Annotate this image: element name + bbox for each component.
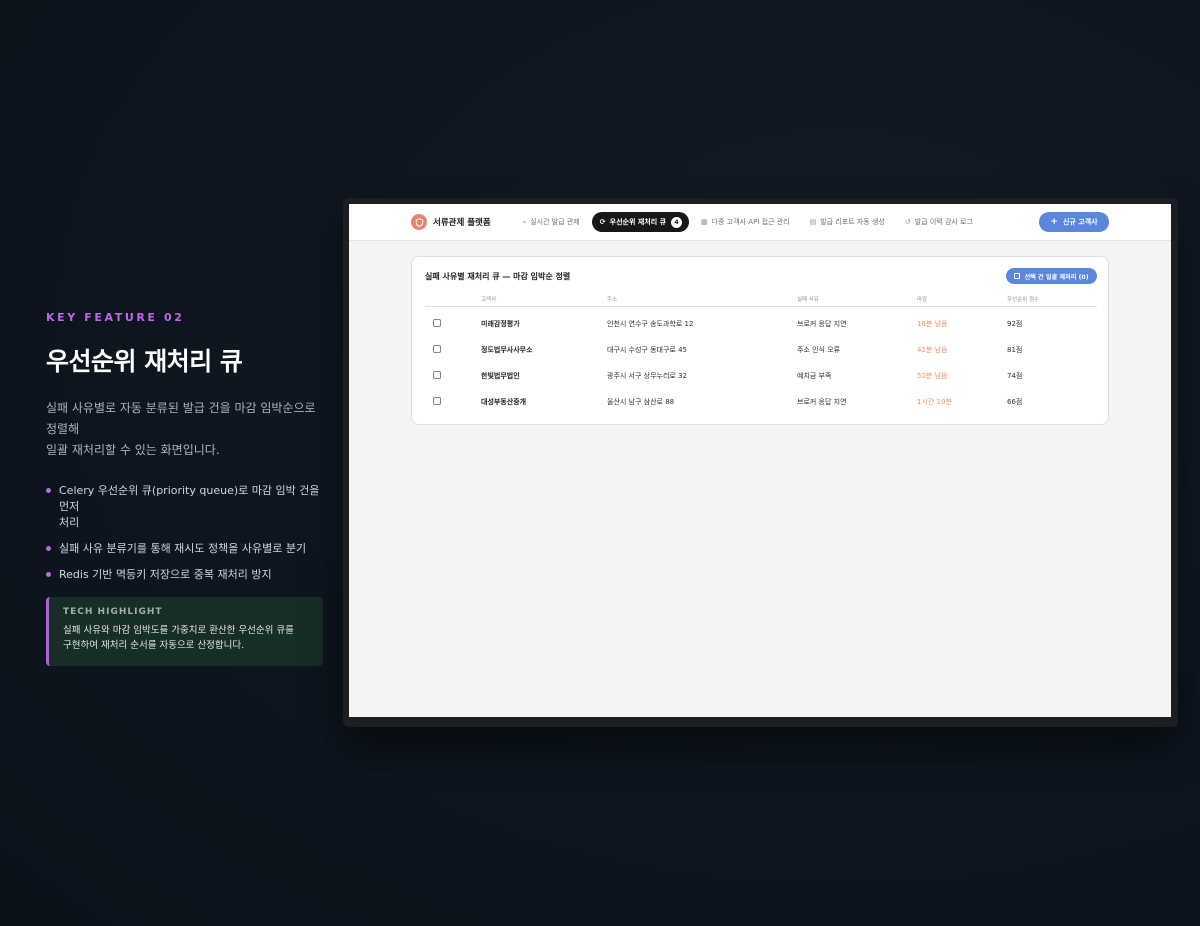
- highlight-line: 구현하여 재처리 순서를 자동으로 산정합니다.: [63, 640, 245, 651]
- cell-reason: 예치금 부족: [797, 372, 832, 380]
- column-header-score[interactable]: 우선순위 점수: [1007, 295, 1039, 303]
- cell-deadline: 41분 남음: [917, 346, 948, 354]
- checkbox-icon: [1014, 273, 1021, 279]
- tab-count-badge: 4: [671, 216, 683, 228]
- row-checkbox[interactable]: [433, 345, 441, 353]
- bulk-retry-label: 선택 건 일괄 재처리 (0): [1024, 273, 1089, 281]
- row-checkbox[interactable]: [433, 319, 441, 327]
- feature-eyebrow: KEY FEATURE 02: [46, 311, 185, 324]
- table-row[interactable]: 대성부동산중개 울산시 남구 삼산로 88 브로커 응답 지연 1시간 10분 …: [425, 388, 1097, 414]
- pulse-icon: ⌁: [522, 218, 527, 226]
- cell-address: 인천시 연수구 송도과학로 12: [607, 320, 694, 328]
- cell-deadline: 1시간 10분: [917, 398, 952, 406]
- tab-label: 발급 리포트 자동 생성: [820, 218, 885, 226]
- cell-address: 울산시 남구 삼산로 88: [607, 398, 675, 406]
- column-header-address[interactable]: 주소: [607, 295, 617, 303]
- history-icon: ↺: [904, 218, 911, 226]
- bullet-text: Redis 기반 멱등키 저장으로 중복 재처리 방지: [59, 568, 272, 581]
- cell-deadline: 52분 남음: [917, 372, 948, 380]
- row-checkbox[interactable]: [433, 397, 441, 405]
- tab-priority-retry-queue[interactable]: ⟳ 우선순위 재처리 큐 4: [591, 212, 690, 232]
- tab-realtime-monitoring[interactable]: ⌁ 실시간 발급 관제: [514, 212, 588, 232]
- cell-score: 92점: [1007, 320, 1023, 328]
- brand[interactable]: 서류관제 플랫폼: [411, 214, 491, 230]
- tab-api-access[interactable]: ▦ 다중 고객사 API 접근 관리: [693, 212, 798, 232]
- tab-report-generation[interactable]: ▤ 발급 리포트 자동 생성: [802, 212, 893, 232]
- new-client-label: 신규 고객사: [1062, 218, 1098, 226]
- cell-client: 대성부동산중개: [481, 398, 527, 406]
- cell-address: 광주시 서구 상무누리로 32: [607, 372, 687, 380]
- bullet-dot-icon: [46, 546, 51, 551]
- column-header-client[interactable]: 고객사: [481, 295, 496, 303]
- plus-icon: +: [1050, 217, 1058, 227]
- cell-client: 한빛법무법인: [481, 372, 520, 380]
- highlight-line: 실패 사유와 마감 임박도를 가중치로 환산한 우선순위 큐를: [63, 625, 294, 636]
- tab-audit-log[interactable]: ↺ 발급 이력 감사 로그: [897, 212, 981, 232]
- table-header: 고객사 주소 실패 사유 마감 우선순위 점수: [425, 291, 1097, 307]
- bullet-item: 실패 사유 분류기를 통해 재시도 정책을 사유별로 분기: [46, 541, 326, 557]
- highlight-text: 실패 사유와 마감 임박도를 가중치로 환산한 우선순위 큐를 구현하여 재처리…: [63, 623, 323, 653]
- bullet-dot-icon: [46, 572, 51, 577]
- brand-name: 서류관제 플랫폼: [433, 218, 491, 228]
- cell-deadline: 18분 남음: [917, 320, 948, 328]
- tab-label: 다중 고객사 API 접근 관리: [711, 218, 790, 226]
- column-header-reason[interactable]: 실패 사유: [797, 295, 819, 303]
- laptop-frame: 서류관제 플랫폼 ⌁ 실시간 발급 관제 ⟳ 우선순위 재처리 큐 4 ▦ 다중…: [343, 198, 1178, 727]
- feature-description: 실패 사유별로 자동 분류된 발급 건을 마감 임박순으로 정렬해 일괄 재처리…: [46, 398, 326, 461]
- bullet-item: Redis 기반 멱등키 저장으로 중복 재처리 방지: [46, 567, 326, 583]
- cell-reason: 주소 인식 오류: [797, 346, 841, 354]
- cell-score: 74점: [1007, 372, 1023, 380]
- cell-reason: 브로커 응답 지연: [797, 398, 847, 406]
- description-line: 일괄 재처리할 수 있는 화면입니다.: [46, 443, 220, 457]
- shield-logo-icon: [411, 214, 427, 230]
- tab-label: 우선순위 재처리 큐: [609, 218, 667, 226]
- app-screen: 서류관제 플랫폼 ⌁ 실시간 발급 관제 ⟳ 우선순위 재처리 큐 4 ▦ 다중…: [349, 204, 1171, 717]
- bullet-text: 처리: [59, 516, 80, 529]
- bullet-text: 실패 사유 분류기를 통해 재시도 정책을 사유별로 분기: [59, 542, 307, 555]
- tab-label: 실시간 발급 관제: [530, 218, 580, 226]
- building-icon: ▦: [701, 218, 708, 226]
- bullet-text: Celery 우선순위 큐(priority queue)로 마감 임박 건을 …: [59, 484, 320, 513]
- bullet-dot-icon: [46, 488, 51, 493]
- cell-client: 정도법무사사무소: [481, 346, 533, 354]
- document-icon: ▤: [809, 218, 817, 226]
- column-header-deadline[interactable]: 마감: [917, 295, 927, 303]
- tech-highlight-box: TECH HIGHLIGHT 실패 사유와 마감 임박도를 가중치로 환산한 우…: [46, 597, 323, 666]
- feature-bullet-list: Celery 우선순위 큐(priority queue)로 마감 임박 건을 …: [46, 483, 326, 583]
- cell-reason: 브로커 응답 지연: [797, 320, 847, 328]
- feature-headline: 우선순위 재처리 큐: [46, 347, 243, 376]
- table-row[interactable]: 미래감정평가 인천시 연수구 송도과학로 12 브로커 응답 지연 18분 남음…: [425, 310, 1097, 336]
- feature-panel: KEY FEATURE 02 우선순위 재처리 큐 실패 사유별로 자동 분류된…: [46, 311, 326, 666]
- retry-queue-card: 실패 사유별 재처리 큐 — 마감 임박순 정렬 선택 건 일괄 재처리 (0)…: [411, 256, 1109, 425]
- cell-address: 대구시 수성구 동대구로 45: [607, 346, 687, 354]
- table-row[interactable]: 정도법무사사무소 대구시 수성구 동대구로 45 주소 인식 오류 41분 남음…: [425, 336, 1097, 362]
- cell-score: 66점: [1007, 398, 1023, 406]
- bulk-retry-button[interactable]: 선택 건 일괄 재처리 (0): [1006, 268, 1097, 284]
- highlight-title: TECH HIGHLIGHT: [63, 607, 163, 617]
- bullet-item: Celery 우선순위 큐(priority queue)로 마감 임박 건을 …: [46, 483, 326, 531]
- row-checkbox[interactable]: [433, 371, 441, 379]
- card-title: 실패 사유별 재처리 큐 — 마감 임박순 정렬: [425, 272, 571, 281]
- nav-tabs: ⌁ 실시간 발급 관제 ⟳ 우선순위 재처리 큐 4 ▦ 다중 고객사 API …: [514, 212, 985, 232]
- table-row[interactable]: 한빛법무법인 광주시 서구 상무누리로 32 예치금 부족 52분 남음 74점: [425, 362, 1097, 388]
- cell-score: 81점: [1007, 346, 1023, 354]
- new-client-button[interactable]: + 신규 고객사: [1039, 212, 1109, 232]
- top-navbar: 서류관제 플랫폼 ⌁ 실시간 발급 관제 ⟳ 우선순위 재처리 큐 4 ▦ 다중…: [349, 204, 1171, 241]
- description-line: 실패 사유별로 자동 분류된 발급 건을 마감 임박순으로 정렬해: [46, 401, 316, 436]
- cell-client: 미래감정평가: [481, 320, 520, 328]
- refresh-icon: ⟳: [599, 218, 606, 226]
- tab-label: 발급 이력 감사 로그: [914, 218, 973, 226]
